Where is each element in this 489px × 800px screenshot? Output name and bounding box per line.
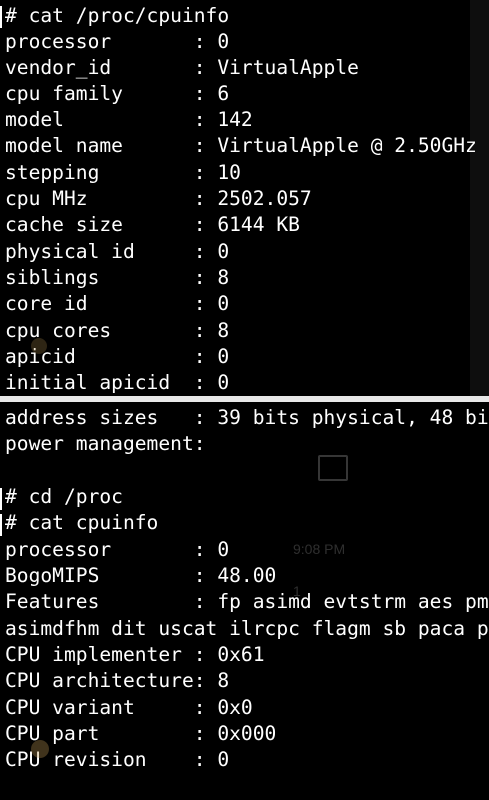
avatar (31, 740, 49, 758)
terminal-line: cpu MHz : 2502.057 (5, 187, 312, 210)
terminal-line: siblings : 8 (5, 266, 230, 289)
terminal-line: stepping : 10 (5, 161, 241, 184)
document-icon (318, 455, 348, 481)
terminal-line: asimdfhm dit uscat ilrcpc flagm sb paca … (5, 617, 489, 640)
terminal-line: core id : 0 (5, 292, 230, 315)
terminal-line: Features : fp asimd evtstrm aes pm (5, 590, 489, 613)
terminal-line: initial apicid : 0 (5, 371, 230, 394)
terminal-line: model : 142 (5, 108, 253, 131)
message-timestamp: 9:08 PM (293, 541, 346, 557)
terminal-line: address sizes : 39 bits physical, 48 bi (5, 406, 489, 429)
terminal-line: # cat cpuinfo (5, 511, 159, 534)
terminal-line: # cat /proc/cpuinfo (5, 4, 230, 27)
terminal-line: BogoMIPS : 48.00 (5, 564, 277, 587)
comment-count: 1 (293, 583, 301, 599)
background-window-edge (470, 0, 489, 396)
terminal-line: # cd /proc (5, 485, 123, 508)
terminal-line: processor : 0 (5, 538, 230, 561)
terminal-line: processor : 0 (5, 30, 230, 53)
prompt-marker (0, 6, 2, 28)
terminal-line: cache size : 6144 KB (5, 213, 300, 236)
terminal-line: CPU variant : 0x0 (5, 696, 253, 719)
terminal-line: model name : VirtualApple @ 2.50GHz (5, 134, 477, 157)
prompt-marker (0, 488, 2, 510)
terminal-line: CPU architecture: 8 (5, 669, 230, 692)
terminal-line: power management: (5, 432, 206, 455)
terminal-line: cpu family : 6 (5, 82, 230, 105)
terminal-pane-bottom[interactable]: address sizes : 39 bits physical, 48 bi … (0, 402, 489, 800)
terminal-line: CPU implementer : 0x61 (5, 643, 265, 666)
avatar (31, 338, 47, 354)
prompt-marker (0, 514, 2, 536)
terminal-pane-top[interactable]: # cat /proc/cpuinfo processor : 0 vendor… (0, 0, 489, 396)
terminal-line: vendor_id : VirtualApple (5, 56, 359, 79)
terminal-line: physical id : 0 (5, 240, 230, 263)
